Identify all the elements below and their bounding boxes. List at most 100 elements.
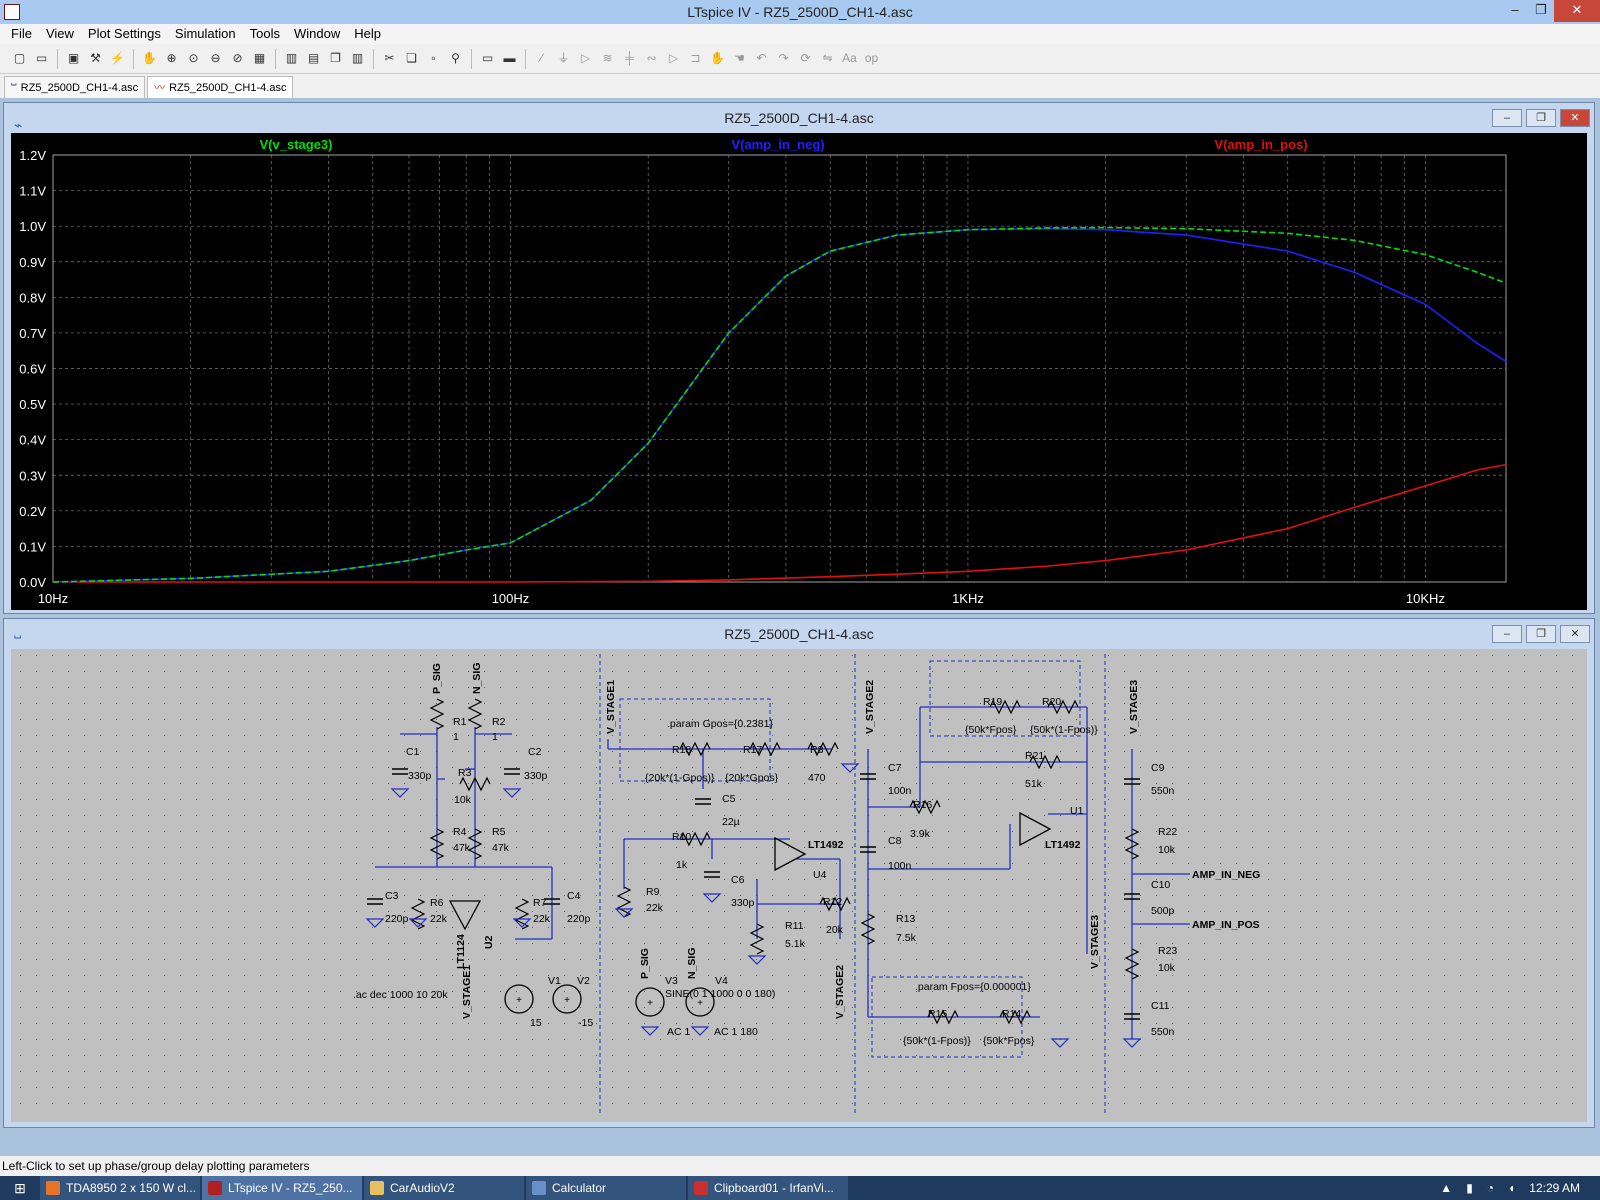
- grid-dot: [20, 943, 21, 944]
- grid-dot: [1396, 927, 1397, 928]
- schematic-canvas[interactable]: + + + + P_SIG N_SIG V_STAGE1 V_STAGE2 V_STAGE3 V_…: [11, 649, 1587, 1122]
- redo-icon[interactable]: ↷: [774, 49, 793, 68]
- grid-dot: [1044, 687, 1045, 688]
- grid-dot: [1508, 703, 1509, 704]
- restore-button[interactable]: ❐: [1526, 109, 1556, 127]
- menu-view[interactable]: View: [39, 24, 81, 44]
- grid-dot: [132, 1103, 133, 1104]
- minimize-button[interactable]: –: [1492, 625, 1522, 643]
- menu-help[interactable]: Help: [347, 24, 388, 44]
- start-button[interactable]: ⊞: [0, 1176, 40, 1200]
- copy-icon[interactable]: ❏: [402, 49, 421, 68]
- grid-dot: [500, 735, 501, 736]
- inductor-icon[interactable]: ∾: [642, 49, 661, 68]
- grid-dot: [900, 1071, 901, 1072]
- close-button[interactable]: ✕: [1554, 0, 1600, 22]
- bode-plot-svg[interactable]: 0.0V0.1V0.2V0.3V0.4V0.5V0.6V0.7V0.8V0.9V…: [11, 133, 1587, 610]
- restore-button[interactable]: ❐: [1526, 625, 1556, 643]
- move-icon[interactable]: ✋: [708, 49, 727, 68]
- grid-dot: [980, 1007, 981, 1008]
- undo-icon[interactable]: ↶: [752, 49, 771, 68]
- grid-dot: [292, 815, 293, 816]
- control-panel-icon[interactable]: ⚒: [86, 49, 105, 68]
- autorange-icon[interactable]: ▦: [250, 49, 269, 68]
- spice-directive-icon[interactable]: op: [862, 49, 881, 68]
- grid-dot: [548, 1103, 549, 1104]
- rotate-icon[interactable]: ⟳: [796, 49, 815, 68]
- grid-dot: [596, 687, 597, 688]
- menu-file[interactable]: File: [4, 24, 39, 44]
- minimize-button[interactable]: –: [1492, 109, 1522, 127]
- grid-dot: [516, 911, 517, 912]
- print-icon[interactable]: ▬: [500, 49, 519, 68]
- open-icon[interactable]: ▭: [32, 49, 51, 68]
- cut-grid-icon[interactable]: ▥: [282, 49, 301, 68]
- component-icon[interactable]: ⊐: [686, 49, 705, 68]
- grid-dot: [628, 1007, 629, 1008]
- grid-dot: [708, 1071, 709, 1072]
- grid-dot: [260, 671, 261, 672]
- new-schematic-icon[interactable]: ▢: [10, 49, 29, 68]
- save-icon[interactable]: ▣: [64, 49, 83, 68]
- minimize-button[interactable]: –: [1502, 0, 1528, 22]
- schematic-window[interactable]: ⵯ RZ5_2500D_CH1-4.asc – ❐ ✕ + + + + P_SIG N_S…: [3, 618, 1595, 1128]
- volume-icon[interactable]: ◖: [1508, 1181, 1515, 1195]
- ground-icon[interactable]: ⏚: [554, 49, 573, 68]
- menu-simulation[interactable]: Simulation: [168, 24, 243, 44]
- zoom-in-icon[interactable]: ⊕: [162, 49, 181, 68]
- capacitor-icon[interactable]: ╪: [620, 49, 639, 68]
- grid-dot: [1524, 671, 1525, 672]
- label-icon[interactable]: ▷: [576, 49, 595, 68]
- restore-button[interactable]: ❐: [1528, 0, 1554, 22]
- cut-icon[interactable]: ✂: [380, 49, 399, 68]
- grid-dot: [1124, 1007, 1125, 1008]
- grid-dot: [276, 831, 277, 832]
- schematic-svg[interactable]: + + + +P_SIG N_SIGV_STAGE1 V_STAGE2 V_STAGE3V_…: [11, 649, 1587, 1122]
- grid-dot: [996, 911, 997, 912]
- resistor-icon[interactable]: ≋: [598, 49, 617, 68]
- grid-dot: [596, 831, 597, 832]
- grid-dot: [452, 815, 453, 816]
- grid-dot: [596, 703, 597, 704]
- tray-overflow-icon[interactable]: ▲: [1440, 1181, 1452, 1195]
- zoom-fit-icon[interactable]: ⊘: [228, 49, 247, 68]
- paste-icon[interactable]: ▫: [424, 49, 443, 68]
- grid-dot: [516, 687, 517, 688]
- taskbar-item-calculator[interactable]: Calculator: [526, 1176, 686, 1200]
- cascade-icon[interactable]: ❐: [326, 49, 345, 68]
- tile-horizontal-icon[interactable]: ▤: [304, 49, 323, 68]
- taskbar-item-irfanview[interactable]: Clipboard01 - IrfanVi...: [688, 1176, 848, 1200]
- taskbar-item-folder[interactable]: CarAudioV2: [364, 1176, 524, 1200]
- tab-waveform[interactable]: 〰 RZ5_2500D_CH1-4.asc: [147, 76, 294, 98]
- taskbar-item-ltspice[interactable]: LTspice IV - RZ5_250...: [202, 1176, 362, 1200]
- print-setup-icon[interactable]: ▭: [478, 49, 497, 68]
- run-icon[interactable]: ⚡: [108, 49, 127, 68]
- menu-window[interactable]: Window: [287, 24, 347, 44]
- close-button[interactable]: ✕: [1560, 109, 1590, 127]
- grid-dot: [1444, 975, 1445, 976]
- menu-tools[interactable]: Tools: [243, 24, 287, 44]
- mirror-icon[interactable]: ⇋: [818, 49, 837, 68]
- battery-icon[interactable]: ▮: [1466, 1181, 1473, 1195]
- taskbar-item-firefox[interactable]: TDA8950 2 x 150 W cl...: [40, 1176, 200, 1200]
- menu-plot-settings[interactable]: Plot Settings: [81, 24, 168, 44]
- grid-dot: [644, 703, 645, 704]
- grid-dot: [452, 911, 453, 912]
- tab-schematic[interactable]: ⵯ RZ5_2500D_CH1-4.asc: [4, 76, 146, 98]
- clock[interactable]: 12:29 AM: [1529, 1181, 1580, 1195]
- network-icon[interactable]: ◔: [1487, 1181, 1494, 1195]
- tile-vertical-icon[interactable]: ▥: [348, 49, 367, 68]
- close-button[interactable]: ✕: [1560, 625, 1590, 643]
- grid-dot: [1572, 975, 1573, 976]
- wire-icon[interactable]: ∕: [532, 49, 551, 68]
- zoom-out-icon[interactable]: ⊖: [206, 49, 225, 68]
- drag-icon[interactable]: ☚: [730, 49, 749, 68]
- find-icon[interactable]: ⚲: [446, 49, 465, 68]
- zoom-back-icon[interactable]: ⊙: [184, 49, 203, 68]
- plot-window[interactable]: ⌁ RZ5_2500D_CH1-4.asc – ❐ ✕ 0.0V 0.1V 0.2V…: [3, 102, 1595, 614]
- text-icon[interactable]: Aa: [840, 49, 859, 68]
- diode-icon[interactable]: ▷: [664, 49, 683, 68]
- grid-dot: [1124, 863, 1125, 864]
- pan-icon[interactable]: ✋: [140, 49, 159, 68]
- waveform-plot[interactable]: 0.0V 0.1V 0.2V 0.3V 0.4V 0.5V 0.6V 0.7V 0.8V 0.9V…: [11, 133, 1587, 610]
